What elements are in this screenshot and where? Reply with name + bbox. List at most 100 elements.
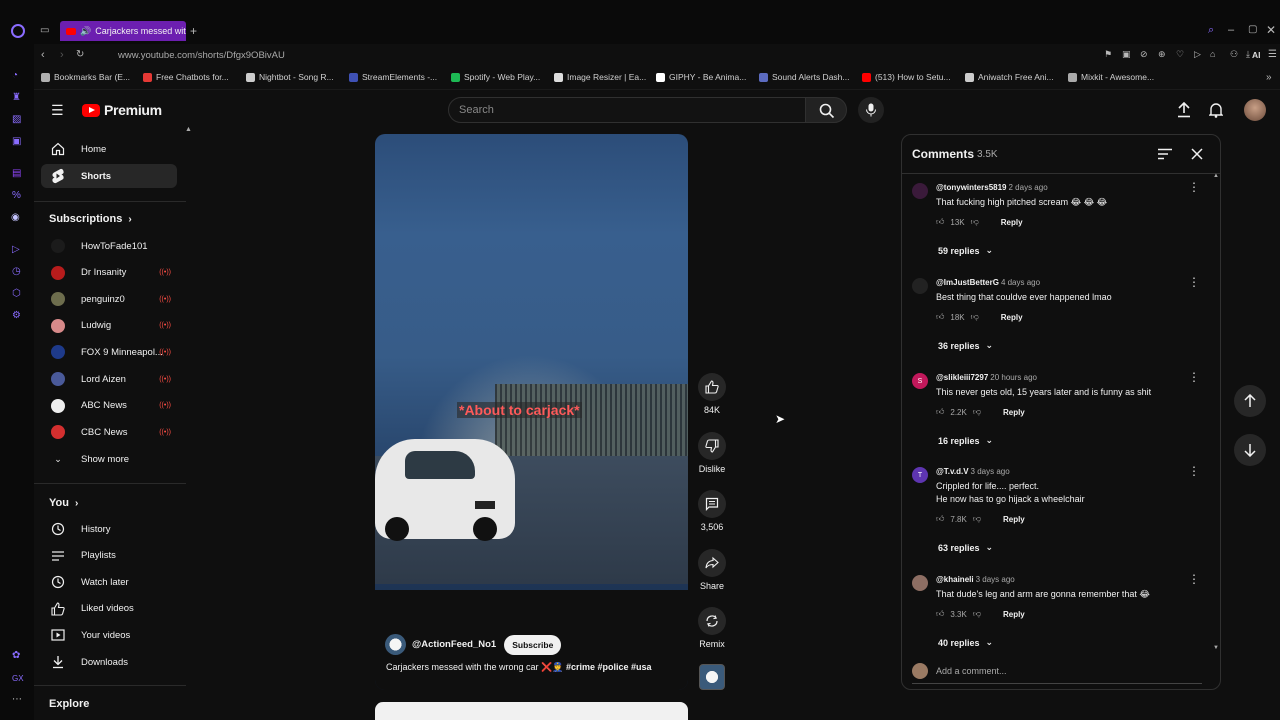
thumbs-up-icon[interactable]: 👍︎	[936, 514, 944, 524]
channel-name[interactable]: @ActionFeed_No1	[412, 639, 496, 650]
bookmark-item[interactable]: Aniwatch Free Ani...	[965, 72, 1054, 82]
comment-time[interactable]: 3 days ago	[971, 467, 1010, 476]
notifications-icon[interactable]	[1209, 102, 1223, 118]
comment-author[interactable]: @ImJustBetterG	[936, 278, 999, 287]
more-actions-icon[interactable]: ⋮	[1188, 371, 1200, 383]
sidebar-item-liked-videos[interactable]: Liked videos	[41, 597, 177, 621]
bookmarks-more-icon[interactable]: »	[1266, 72, 1272, 83]
gx-corner-icon[interactable]: ▨	[12, 114, 21, 125]
thumbs-down-icon[interactable]: 👎︎	[971, 312, 979, 322]
more-actions-icon[interactable]: ⋮	[1188, 276, 1200, 288]
upload-icon[interactable]	[1177, 102, 1191, 118]
comments-button[interactable]: 3,506	[697, 490, 727, 532]
twitch-icon[interactable]: ▤	[12, 168, 21, 179]
thumbs-down-icon[interactable]: 👎︎	[973, 514, 981, 524]
comment-avatar[interactable]	[912, 278, 928, 294]
sound-thumbnail[interactable]	[699, 664, 725, 690]
you-heading[interactable]: You ›	[49, 497, 78, 509]
comment-avatar[interactable]: S	[912, 373, 928, 389]
download-browser-icon[interactable]: ⤓	[1246, 49, 1250, 60]
avatar[interactable]	[1244, 99, 1266, 121]
url-field[interactable]: www.youtube.com/shorts/Dfgx9OBivAU	[118, 50, 285, 61]
sidebar-item-fox-9-minneapol[interactable]: FOX 9 Minneapol... ((•))	[41, 340, 177, 364]
bookmark-item[interactable]: (513) How to Setu...	[862, 72, 951, 82]
add-comment-field[interactable]: Add a comment...	[912, 663, 1202, 684]
short-video-player[interactable]: *About to carjack*	[375, 134, 688, 690]
account-icon[interactable]: ⚇	[1230, 49, 1238, 60]
comment-author[interactable]: @khaineli	[936, 575, 974, 584]
comments-scroll-down-icon[interactable]: ▼	[1213, 645, 1219, 651]
extensions-icon[interactable]: ⬡	[12, 288, 21, 299]
thumbs-up-icon[interactable]: 👍︎	[936, 217, 944, 227]
sidebar-item-downloads[interactable]: Downloads	[41, 650, 177, 674]
thumbs-up-icon[interactable]: 👍︎	[936, 609, 944, 619]
comment-avatar[interactable]: T	[912, 467, 928, 483]
sidebar-item-penguinz0[interactable]: penguinz0 ((•))	[41, 287, 177, 311]
sort-icon[interactable]	[1158, 148, 1172, 160]
sidebar-item-cbc-news[interactable]: CBC News ((•))	[41, 420, 177, 444]
previous-short-button[interactable]	[1234, 385, 1266, 417]
view-replies-button[interactable]: 36 replies ⌄	[938, 340, 993, 351]
thumbs-up-icon[interactable]: 👍︎	[936, 407, 944, 417]
comment-avatar[interactable]	[912, 183, 928, 199]
bookmark-icon[interactable]: ⚑	[1104, 49, 1112, 60]
sidebar-item-ludwig[interactable]: Ludwig ((•))	[41, 314, 177, 338]
extension-icon[interactable]: ⊕	[1158, 49, 1166, 60]
opera-logo-icon[interactable]	[11, 24, 25, 38]
comment-time[interactable]: 2 days ago	[1009, 183, 1048, 192]
comment-author[interactable]: @slikleiii7297	[936, 373, 988, 382]
comment-time[interactable]: 3 days ago	[976, 575, 1015, 584]
search-button[interactable]	[805, 97, 847, 123]
forward-icon[interactable]: ›	[60, 49, 64, 61]
subscriptions-heading[interactable]: Subscriptions ›	[49, 213, 132, 225]
next-short-button[interactable]	[1234, 434, 1266, 466]
settings-icon[interactable]: ⚙	[12, 310, 21, 321]
thumbs-down-icon[interactable]: 👎︎	[973, 407, 981, 417]
reply-button[interactable]: Reply	[1003, 408, 1025, 417]
tab-active[interactable]: 🔊 Carjackers messed wit	[60, 21, 186, 41]
reply-button[interactable]: Reply	[1003, 515, 1025, 524]
adblock-icon[interactable]: ⊘	[1140, 49, 1148, 60]
gx-logo-icon[interactable]: GX	[12, 674, 24, 683]
reply-button[interactable]: Reply	[1001, 218, 1023, 227]
ai-label[interactable]: AI	[1252, 50, 1261, 60]
bookmark-item[interactable]: GIPHY - Be Anima...	[656, 72, 746, 82]
remix-button[interactable]: Remix	[697, 607, 727, 649]
messenger-icon[interactable]: ▣	[12, 136, 21, 147]
view-replies-button[interactable]: 59 replies ⌄	[938, 245, 993, 256]
bookmark-item[interactable]: Mixkit - Awesome...	[1068, 72, 1154, 82]
comment-author[interactable]: @tonywinters5819	[936, 183, 1007, 192]
close-icon[interactable]	[1191, 148, 1203, 160]
thumbs-up-icon[interactable]: 👍︎	[936, 312, 944, 322]
reply-button[interactable]: Reply	[1001, 313, 1023, 322]
bookmark-item[interactable]: Bookmarks Bar (E...	[41, 72, 130, 82]
back-icon[interactable]: ‹	[41, 49, 45, 61]
sidebar-item-abc-news[interactable]: ABC News ((•))	[41, 394, 177, 418]
minimize-icon[interactable]: –	[1228, 24, 1234, 36]
easy-setup-icon[interactable]: ☰	[1268, 49, 1277, 60]
more-actions-icon[interactable]: ⋮	[1188, 465, 1200, 477]
comment-avatar[interactable]	[912, 575, 928, 591]
guide-menu-icon[interactable]: ☰	[51, 102, 64, 119]
more-actions-icon[interactable]: ⋮	[1188, 573, 1200, 585]
sidebar-item-history[interactable]: History	[41, 517, 177, 541]
pin-icon[interactable]: ⌂	[1210, 49, 1215, 59]
history-rail-icon[interactable]: ◷	[12, 266, 21, 277]
discord-icon[interactable]: ◉	[11, 212, 20, 223]
share-button[interactable]: Share	[697, 549, 727, 591]
more-actions-icon[interactable]: ⋮	[1188, 181, 1200, 193]
tab-menu-icon[interactable]: ▭	[40, 25, 49, 36]
play-icon[interactable]: ▷	[1194, 49, 1201, 60]
gx-control-icon[interactable]: ◔	[12, 70, 18, 81]
reload-icon[interactable]: ↻	[76, 49, 84, 60]
sidebar-scroll-up-icon[interactable]: ▲	[185, 126, 192, 133]
view-replies-button[interactable]: 63 replies ⌄	[938, 542, 993, 553]
gx-cleaner-icon[interactable]: ♜	[12, 92, 21, 103]
short-hashtags[interactable]: #crime #police #usa	[566, 662, 652, 672]
next-short-preview[interactable]	[375, 702, 688, 720]
channel-avatar[interactable]	[385, 634, 406, 655]
thumbs-down-icon[interactable]: 👎︎	[971, 217, 979, 227]
gx-mods-icon[interactable]: ✿	[12, 650, 20, 661]
thumbs-down-icon[interactable]: 👎︎	[973, 609, 981, 619]
search-input[interactable]: Search	[448, 97, 806, 123]
